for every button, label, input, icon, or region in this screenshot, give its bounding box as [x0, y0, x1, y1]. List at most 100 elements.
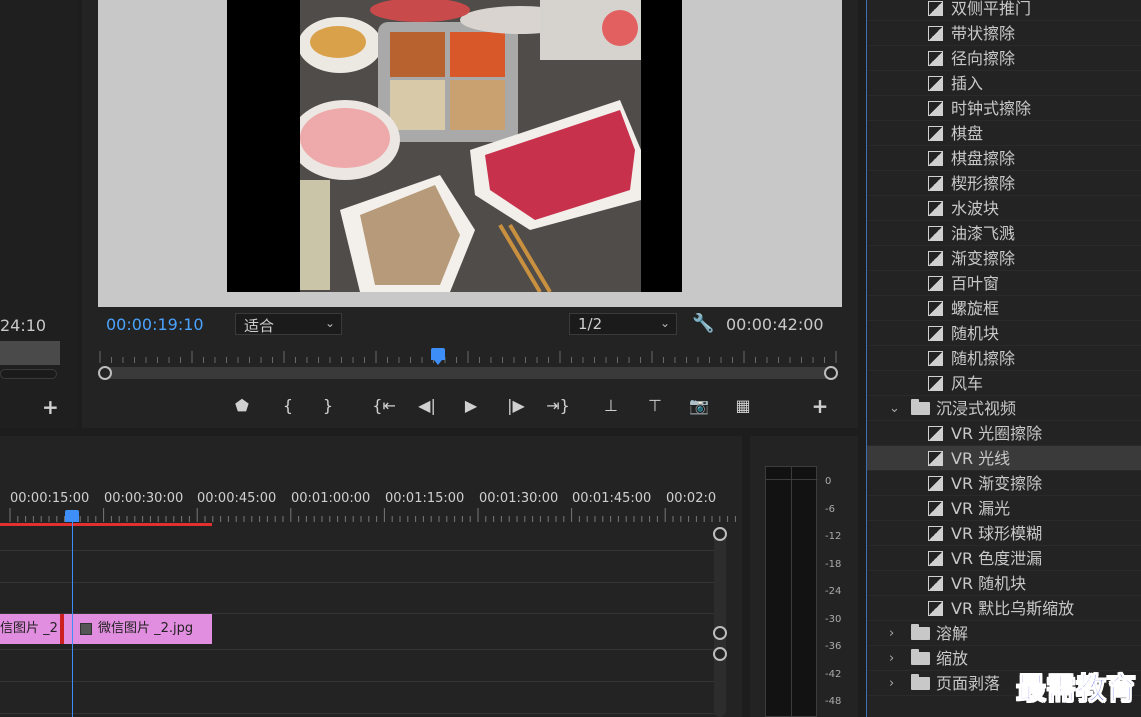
effect-item[interactable]: VR 球形模糊: [867, 521, 1141, 546]
timeline-clip[interactable]: 微信图片 _2.jpg: [64, 614, 212, 644]
db-label: -36: [825, 641, 842, 652]
camera-icon[interactable]: 📷: [685, 393, 713, 419]
effect-item[interactable]: 带状擦除: [867, 21, 1141, 46]
transition-icon: [928, 201, 943, 216]
source-monitor: 24:10 +: [0, 0, 77, 428]
track-divider: [0, 713, 716, 714]
scroll-end-handle[interactable]: [824, 366, 838, 380]
effect-item[interactable]: 棋盘: [867, 121, 1141, 146]
transition-icon: [928, 276, 943, 291]
transition-icon: [928, 101, 943, 116]
transition-icon: [928, 151, 943, 166]
timeline-clip[interactable]: 信图片 _2: [0, 614, 60, 644]
effect-label: 双侧平推门: [951, 0, 1032, 18]
lift-icon[interactable]: ⊥: [597, 393, 625, 419]
db-label: -6: [825, 503, 835, 515]
source-add-button[interactable]: +: [42, 395, 59, 419]
transition-icon: [928, 601, 943, 616]
playhead-line: [72, 522, 73, 717]
track-divider: [0, 649, 716, 650]
effect-label: 随机块: [951, 324, 1000, 343]
mark-out-icon[interactable]: }: [314, 393, 342, 419]
timecode-label: 00:01:15:00: [385, 491, 465, 506]
effect-label: 时钟式擦除: [951, 99, 1032, 118]
program-time-ruler[interactable]: [98, 347, 838, 365]
effect-item[interactable]: 风车: [867, 371, 1141, 396]
db-label: -30: [825, 613, 842, 625]
mark-in-icon[interactable]: {: [274, 393, 302, 419]
comparison-icon[interactable]: ▦: [729, 393, 757, 419]
effects-folder[interactable]: ⌄ 沉浸式视频: [867, 396, 1141, 421]
program-zoom-scrollbar[interactable]: [98, 366, 838, 380]
chevron-right-icon[interactable]: ›: [889, 671, 894, 696]
step-forward-icon[interactable]: |▶: [502, 393, 530, 419]
transition-icon: [928, 476, 943, 491]
effect-label: VR 光圈擦除: [951, 424, 1043, 443]
effect-item[interactable]: VR 色度泄漏: [867, 546, 1141, 571]
current-timecode[interactable]: 00:00:19:10: [106, 315, 204, 334]
folder-icon: [911, 624, 930, 640]
scroll-handle[interactable]: [713, 626, 727, 640]
effect-item[interactable]: 百叶窗: [867, 271, 1141, 296]
effect-item[interactable]: 双侧平推门: [867, 0, 1141, 21]
effect-item[interactable]: 径向擦除: [867, 46, 1141, 71]
go-to-out-icon[interactable]: ⇥}: [544, 393, 572, 419]
effect-item[interactable]: 渐变擦除: [867, 246, 1141, 271]
program-add-button[interactable]: +: [806, 393, 834, 419]
transition-icon: [928, 526, 943, 541]
extract-icon[interactable]: ⊤: [641, 393, 669, 419]
play-icon[interactable]: ▶: [457, 393, 485, 419]
program-monitor: 00:00:19:10 适合 ⌄ 1/2 ⌄ 🔧 00:00:42:00 ⬟ {}…: [82, 0, 858, 428]
transition-icon: [928, 501, 943, 516]
meter-bars: [765, 466, 818, 717]
timeline-playhead[interactable]: [65, 510, 79, 522]
effect-item[interactable]: 随机擦除: [867, 346, 1141, 371]
wrench-icon[interactable]: 🔧: [692, 313, 714, 334]
chevron-down-icon: ⌄: [324, 316, 335, 330]
fit-dropdown[interactable]: 适合 ⌄: [235, 313, 342, 335]
effect-item[interactable]: 油漆飞溅: [867, 221, 1141, 246]
effect-item[interactable]: VR 随机块: [867, 571, 1141, 596]
effect-label: 页面剥落: [936, 674, 1001, 693]
chevron-right-icon[interactable]: ›: [889, 646, 894, 671]
effect-item[interactable]: 随机块: [867, 321, 1141, 346]
effects-folder[interactable]: › 溶解: [867, 621, 1141, 646]
watermark-logo: 最需教育: [1016, 672, 1137, 708]
effect-item[interactable]: VR 漏光: [867, 496, 1141, 521]
effect-item[interactable]: 水波块: [867, 196, 1141, 221]
effect-item[interactable]: 插入: [867, 71, 1141, 96]
effect-item[interactable]: VR 光线: [867, 446, 1141, 471]
go-to-in-icon[interactable]: {⇤: [370, 393, 398, 419]
effect-item[interactable]: 时钟式擦除: [867, 96, 1141, 121]
timeline-vertical-scrollbar[interactable]: [713, 527, 727, 717]
video-frame-image: [300, 0, 641, 292]
effect-item[interactable]: 螺旋框: [867, 296, 1141, 321]
chevron-down-icon[interactable]: ⌄: [889, 396, 900, 421]
transition-icon: [928, 251, 943, 266]
scroll-handle[interactable]: [713, 647, 727, 661]
fx-badge-icon: [80, 623, 92, 635]
step-back-icon[interactable]: ◀|: [413, 393, 441, 419]
effect-label: 水波块: [951, 199, 1000, 218]
scroll-start-handle[interactable]: [98, 366, 112, 380]
effect-item[interactable]: 楔形擦除: [867, 171, 1141, 196]
chevron-right-icon[interactable]: ›: [889, 621, 894, 646]
resolution-dropdown[interactable]: 1/2 ⌄: [569, 313, 677, 335]
source-timecode: 24:10: [0, 316, 47, 335]
scroll-handle[interactable]: [713, 527, 727, 541]
program-playhead[interactable]: [431, 348, 445, 365]
source-scrollbar[interactable]: [0, 369, 57, 379]
marker-icon[interactable]: ⬟: [228, 393, 256, 419]
effect-label: VR 色度泄漏: [951, 549, 1043, 568]
effect-item[interactable]: VR 光圈擦除: [867, 421, 1141, 446]
db-label: -24: [825, 586, 842, 597]
timecode-label: 00:00:15:00: [10, 491, 90, 506]
video-preview[interactable]: [98, 0, 842, 307]
transition-icon: [928, 576, 943, 591]
audio-meters: 0 -6 -12 -18 -24 -30 -36 -42 -48: [750, 436, 858, 717]
effect-item[interactable]: VR 默比乌斯缩放: [867, 596, 1141, 621]
track-divider: [0, 681, 716, 682]
source-zoom-bar[interactable]: [0, 341, 60, 365]
effect-item[interactable]: VR 渐变擦除: [867, 471, 1141, 496]
effect-item[interactable]: 棋盘擦除: [867, 146, 1141, 171]
